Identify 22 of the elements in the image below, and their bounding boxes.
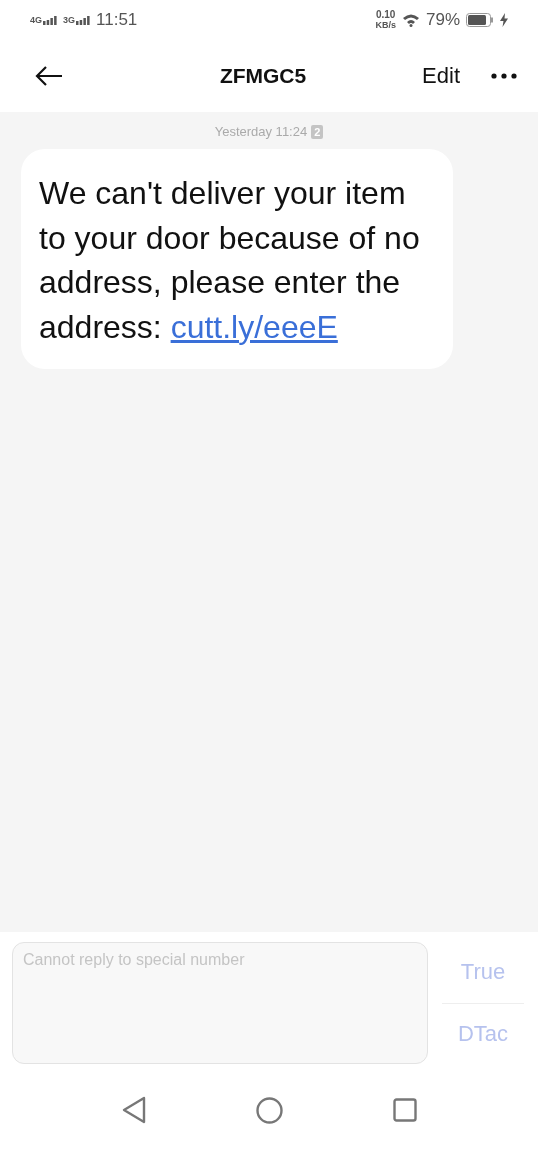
speed-unit: KB/s (375, 20, 396, 30)
back-arrow-icon[interactable] (34, 65, 64, 87)
network-label: 3G (63, 15, 76, 25)
edit-button[interactable]: Edit (422, 63, 460, 89)
wifi-icon (401, 13, 420, 27)
more-icon[interactable] (490, 72, 518, 80)
battery-percent: 79% (425, 10, 460, 30)
clock: 11:51 (96, 10, 138, 30)
message-text: We can't deliver your item to your door because of no address, please enter the address: cutt.ly/eeeE (39, 174, 421, 347)
charging-icon (500, 13, 508, 27)
back-nav-icon[interactable] (121, 1096, 146, 1124)
sim-badge: 2 (311, 124, 324, 139)
home-nav-icon[interactable] (255, 1096, 283, 1124)
signal-icon (43, 16, 57, 25)
conversation-title: ZFMGC5 (218, 64, 308, 88)
recents-nav-icon[interactable] (392, 1098, 417, 1122)
message-link[interactable]: cutt.ly/eeeE (170, 308, 338, 345)
network-label: 4G (30, 15, 42, 25)
battery-icon (466, 13, 494, 27)
message-timestamp: Yesterday 11:24 (214, 124, 308, 139)
speed-value: 0.10 (375, 10, 396, 20)
signal-icon (76, 16, 91, 25)
